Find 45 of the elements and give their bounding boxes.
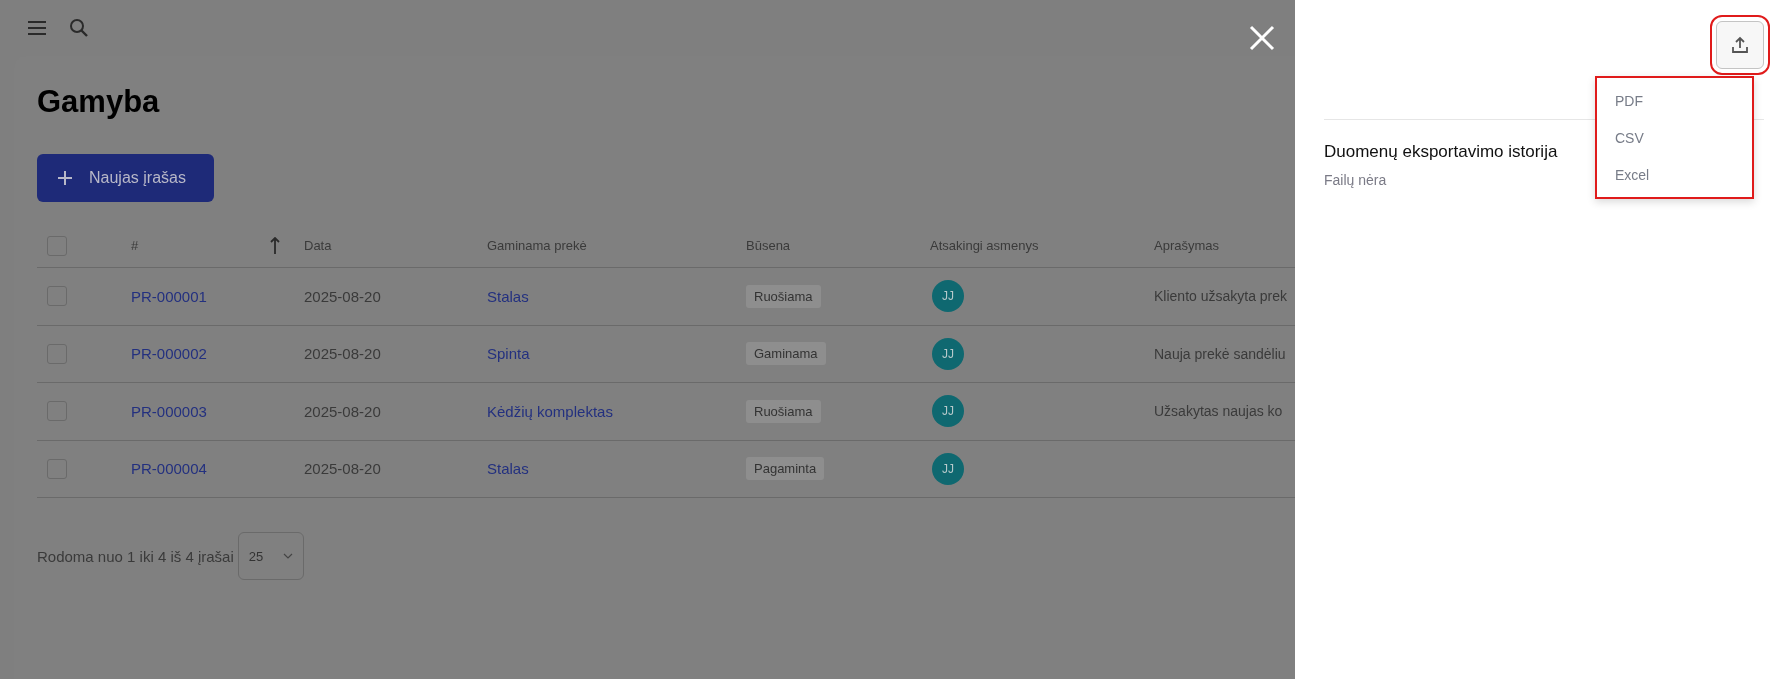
date-cell-text: 2025-08-20 [304,460,382,478]
assignee-avatar: JJ [932,452,964,485]
menu-item[interactable]: CSV [1597,129,1752,146]
menu-item[interactable]: PDF [1597,92,1752,109]
date-cell-text: 2025-08-20 [304,402,382,420]
record-link[interactable]: PR-000002 [131,345,304,363]
column-header: Atsakingi asmenys [930,238,1040,253]
date-cell-text: 2025-08-20 [304,287,382,305]
assignee-avatar: JJ [932,337,964,370]
description-cell-text: Nauja prekė sandėliu [1154,345,1287,362]
menu-icon[interactable] [27,20,47,36]
description-cell-text: Kliento užsakyta prek [1154,288,1289,305]
date-cell-text: 2025-08-20 [304,345,382,363]
pagination-summary: Rodoma nuo 1 iki 4 iš 4 įrašai [37,547,234,565]
product-link[interactable]: Stalas [487,460,746,478]
empty-text: Failų nėra [1324,172,1387,188]
assignee-avatar: JJ [932,395,964,428]
status-tag: Ruošiama [746,284,821,308]
record-link[interactable]: PR-000003 [131,402,304,420]
chevron-down-icon [282,553,293,559]
product-link[interactable]: Kėdžių komplektas [487,402,746,420]
sort-up-icon[interactable] [270,236,280,255]
page-title: Gamyba [37,84,161,120]
column-header: Gaminama prekė [487,238,588,253]
history-title: Duomenų eksportavimo istorija [1324,142,1558,162]
column-header: Data [304,238,333,253]
product-link[interactable]: Stalas [487,287,746,305]
description-cell-text: Užsakytas naujas ko [1154,403,1284,420]
column-header[interactable]: # [131,238,139,253]
column-header: Aprašymas [1154,238,1221,253]
upload-icon [1731,36,1749,54]
status-tag: Pagaminta [746,457,825,481]
page-size-select[interactable]: 25 [237,532,304,580]
product-link[interactable]: Spinta [487,345,746,363]
record-link[interactable]: PR-000001 [131,287,304,305]
menu-item[interactable]: Excel [1597,166,1752,183]
new-entry-button[interactable]: Naujas įrašas [37,154,214,202]
search-icon[interactable] [69,18,89,38]
status-tag: Gaminama [746,342,826,366]
status-tag: Ruošiama [746,399,821,423]
column-header: Būsena [746,238,792,253]
plus-icon [57,170,73,186]
close-icon[interactable] [1249,25,1275,51]
assignee-avatar: JJ [932,280,964,313]
record-link[interactable]: PR-000004 [131,460,304,478]
